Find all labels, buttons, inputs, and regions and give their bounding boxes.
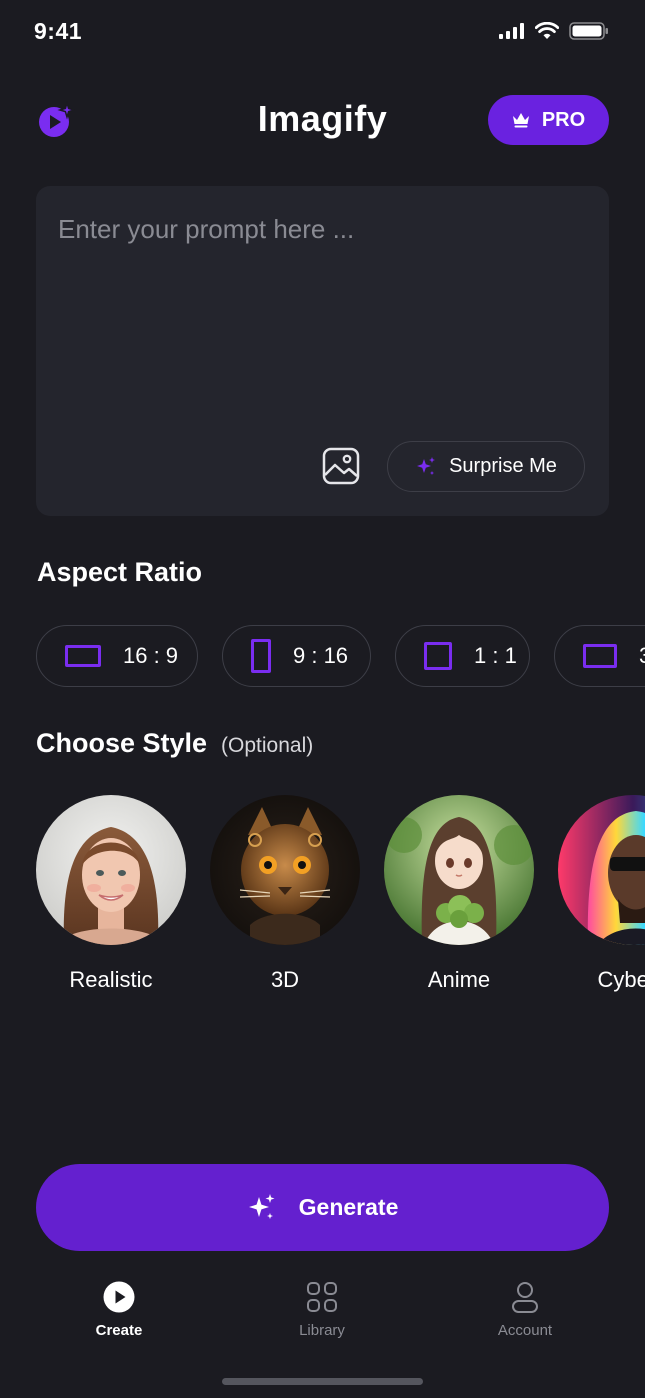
prompt-input[interactable] [58,214,588,424]
choose-style-heading: Choose Style (Optional) [36,728,313,759]
tab-label: Library [299,1322,345,1339]
cyberpunk-thumbnail [558,795,645,945]
tab-label: Create [95,1322,143,1339]
battery-icon [569,22,608,40]
image-upload-button[interactable] [320,445,362,487]
3d-thumbnail [210,795,360,945]
ratio-label: 16 : 9 [123,643,179,668]
grid-icon [307,1282,337,1312]
style-label: 3D [270,967,300,992]
user-icon [512,1282,538,1313]
image-icon [322,447,360,485]
landscape-ratio-icon [65,645,101,667]
style-option-anime[interactable]: Anime [384,795,534,993]
pro-label: PRO [541,108,586,131]
style-label: Anime [427,967,491,992]
realistic-thumbnail [36,795,186,945]
ratio-chip-1-1[interactable]: 1 : 1 [395,625,530,687]
status-icons [499,22,609,40]
ratio-chip-more[interactable]: 3 [554,625,645,687]
surprise-me-button[interactable]: Surprise Me [387,441,585,492]
style-label: Cyberp [597,967,645,992]
status-time: 9:41 [34,18,83,44]
surprise-me-label: Surprise Me [449,455,557,477]
optional-label: (Optional) [221,734,314,757]
anime-thumbnail [384,795,534,945]
sparkle-icon [248,1193,275,1219]
square-ratio-icon [424,642,452,670]
ratio-chip-9-16[interactable]: 9 : 16 [222,625,371,687]
generate-button[interactable]: Generate [36,1164,609,1251]
wifi-icon [535,22,559,39]
app-screen: 9:41 Imagify PRO Enter your prompt here … [0,0,645,1398]
tab-label: Account [497,1322,553,1339]
pro-button[interactable]: PRO [488,95,609,145]
ratio-label: 1 : 1 [474,643,517,668]
header: Imagify PRO [0,90,645,150]
generate-label: Generate [298,1194,399,1220]
ratio-chip-16-9[interactable]: 16 : 9 [36,625,198,687]
prompt-box: Surprise Me [36,186,609,516]
style-option-3d[interactable]: 3D [210,795,360,993]
play-circle-icon [103,1281,135,1313]
status-bar: 9:41 [0,0,645,70]
crown-icon [512,113,529,128]
portrait-ratio-icon [251,639,271,673]
home-indicator [222,1378,423,1385]
tab-create[interactable]: Create [64,1280,174,1339]
landscape-ratio-icon [583,644,617,668]
style-option-cyberpunk[interactable]: Cyberp [558,795,645,993]
sparkle-icon [417,456,436,475]
tab-account[interactable]: Account [470,1280,580,1339]
signal-icon [499,23,524,39]
aspect-ratio-title: Aspect Ratio [37,557,203,587]
style-label: Realistic [69,967,153,992]
tab-library[interactable]: Library [267,1280,377,1339]
ratio-label: 3 [639,643,645,669]
choose-style-title: Choose Style [36,728,208,758]
style-option-realistic[interactable]: Realistic [36,795,186,993]
ratio-label: 9 : 16 [293,643,349,668]
